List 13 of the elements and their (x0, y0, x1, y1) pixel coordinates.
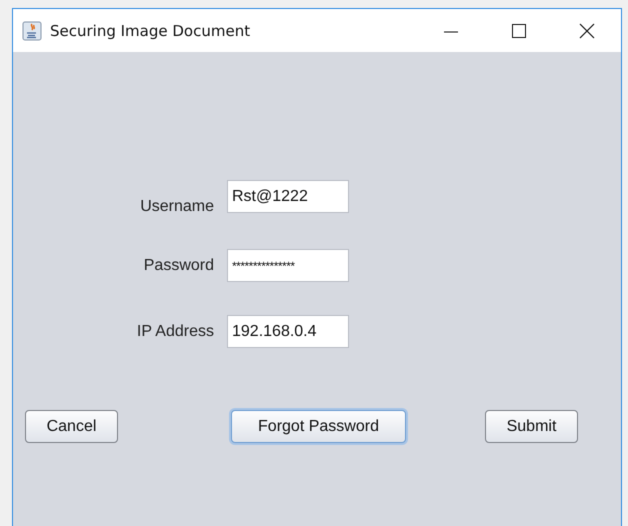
maximize-icon[interactable] (511, 22, 527, 38)
dialog-button[interactable]: Forgot Password (231, 410, 406, 443)
field-label: Password (144, 256, 214, 274)
input-field[interactable]: Rst@1222 (227, 180, 349, 213)
close-icon[interactable] (579, 22, 595, 38)
input-field[interactable]: 192.168.0.4 (227, 315, 349, 348)
java-app-icon (22, 20, 42, 40)
dialog-button[interactable]: Submit (485, 410, 578, 443)
field-label: IP Address (136, 322, 214, 340)
window-title: Securing Image Document (50, 22, 252, 40)
dialog-button[interactable]: Cancel (25, 410, 118, 443)
input-field[interactable]: *************** (227, 249, 349, 282)
field-label: Username (140, 197, 214, 216)
